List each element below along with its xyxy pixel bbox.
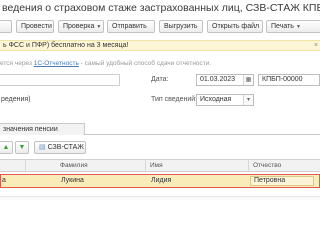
print-button[interactable]: Печать ▼	[266, 20, 320, 33]
open-file-button[interactable]: Открыть файл	[207, 20, 263, 33]
left-field-fragment-label: редения)	[1, 96, 31, 103]
column-divider[interactable]	[25, 160, 26, 171]
document-title: ведения о страховом стаже застрахованных…	[2, 2, 320, 14]
move-down-icon[interactable]: ▼	[15, 141, 29, 154]
tab-strip: значения пенсии	[0, 123, 320, 135]
szv-stazh-button[interactable]: ▤ СЗВ-СТАЖ	[34, 141, 86, 154]
check-button[interactable]: Проверка ▼	[58, 20, 104, 33]
cell-index-fragment: а	[2, 177, 6, 184]
promo-text: ь ФСС и ПФР) бесплатно на 3 месяца!	[3, 42, 129, 49]
table-empty-area	[0, 196, 320, 200]
move-up-icon[interactable]: ▲	[0, 141, 13, 154]
send-button[interactable]: Отправить	[107, 20, 155, 33]
info-type-value: Исходная	[200, 96, 232, 103]
column-divider[interactable]	[145, 160, 146, 171]
date-value: 01.03.2023	[200, 76, 236, 83]
table-row[interactable]: а Лукина Лидия Петровна	[0, 174, 320, 188]
chevron-down-icon[interactable]: ▾	[243, 95, 253, 105]
chevron-down-icon: ▼	[295, 24, 301, 30]
cell-last-name: Лукина	[61, 177, 84, 184]
chevron-down-icon: ▼	[96, 24, 102, 30]
organization-field-fragment[interactable]	[0, 74, 120, 86]
column-header-first-name[interactable]: Имя	[150, 162, 163, 169]
info-type-select[interactable]: Исходная ▾	[196, 94, 254, 106]
cell-patronymic: Петровна	[254, 177, 286, 184]
cell-first-name: Лидия	[151, 177, 172, 184]
close-icon[interactable]: ×	[314, 42, 318, 49]
tab-pension-assignment[interactable]: значения пенсии	[0, 123, 85, 135]
main-toolbar: Провести Проверка ▼ Отправить Выгрузить О…	[0, 20, 320, 34]
document-icon: ▤	[39, 144, 46, 151]
document-number-field[interactable]: КПБП-00000	[258, 74, 320, 86]
info-type-label: Тип сведений:	[151, 96, 198, 103]
hint-prefix: ется через	[0, 60, 34, 67]
date-label: Дата:	[151, 76, 169, 83]
post-and-close-button-fragment[interactable]	[0, 20, 12, 33]
hint-suffix: - самый удобный способ сдачи отчетности.	[78, 60, 212, 67]
upload-button[interactable]: Выгрузить	[159, 20, 203, 33]
promo-infobar: ь ФСС и ПФР) бесплатно на 3 месяца! ×	[0, 40, 320, 51]
date-field[interactable]: 01.03.2023 ▦	[196, 74, 254, 86]
check-button-label: Проверка	[63, 23, 95, 30]
table-header: Фамилия Имя Отчество	[0, 159, 320, 172]
column-header-last-name[interactable]: Фамилия	[60, 162, 88, 169]
reporting-hint: ется через 1С-Отчетность - самый удобный…	[0, 60, 211, 67]
table-toolbar: ▲ ▼ ▤ СЗВ-СТАЖ	[0, 141, 320, 155]
column-divider[interactable]	[248, 160, 249, 171]
print-button-label: Печать	[271, 23, 294, 30]
szv-stazh-button-label: СЗВ-СТАЖ	[47, 144, 84, 151]
reporting-link[interactable]: 1С-Отчетность	[34, 60, 79, 67]
column-header-patronymic[interactable]: Отчество	[253, 162, 281, 169]
post-button[interactable]: Провести	[16, 20, 54, 33]
calendar-icon[interactable]: ▦	[243, 75, 253, 85]
